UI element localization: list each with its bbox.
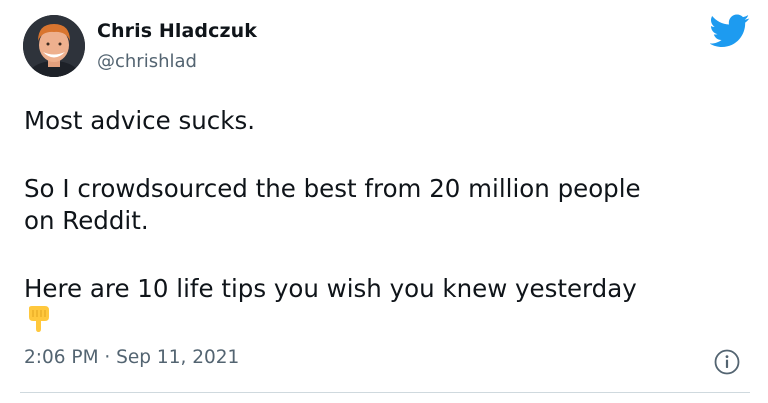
- info-icon[interactable]: [714, 349, 740, 375]
- user-handle[interactable]: @chrishlad: [97, 51, 197, 72]
- divider: [20, 392, 750, 393]
- pointing-down-hand-emoji: [29, 306, 49, 332]
- avatar[interactable]: [23, 15, 85, 77]
- tweet-text-line: So I crowdsourced the best from 20 milli…: [24, 174, 641, 203]
- display-name[interactable]: Chris Hladczuk: [97, 20, 257, 42]
- tweet-text-line: on Reddit.: [24, 206, 149, 235]
- tweet-card: Chris Hladczuk @chrishlad Most advice su…: [0, 0, 768, 403]
- avatar-image: [23, 15, 85, 77]
- tweet-text-line: Most advice sucks.: [24, 106, 255, 135]
- tweet-text-line: Here are 10 life tips you wish you knew …: [24, 274, 637, 303]
- tweet-timestamp[interactable]: 2:06 PM · Sep 11, 2021: [24, 347, 239, 368]
- twitter-bird-icon[interactable]: [710, 14, 750, 48]
